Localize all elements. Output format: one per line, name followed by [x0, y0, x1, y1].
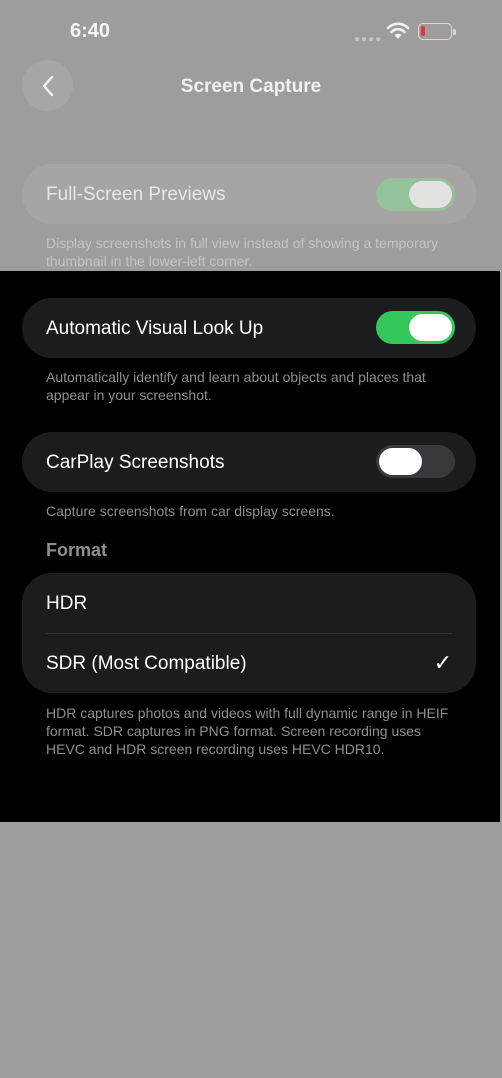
format-option-label: SDR (Most Compatible): [46, 653, 247, 674]
format-option-hdr[interactable]: HDR: [22, 573, 476, 633]
visual-look-up-toggle[interactable]: [376, 311, 455, 344]
page-title: Screen Capture: [180, 76, 322, 97]
format-options-group: HDR SDR (Most Compatible) ✓: [22, 573, 476, 693]
toggle-knob: [379, 448, 422, 475]
visual-look-up-footer: Automatically identify and learn about o…: [46, 369, 426, 403]
toggle-knob: [409, 181, 452, 208]
checkmark-icon: ✓: [433, 650, 452, 675]
carplay-screenshots-toggle[interactable]: [376, 445, 455, 478]
full-screen-previews-toggle[interactable]: [376, 178, 455, 211]
settings-panel: Automatic Visual Look Up Automatically i…: [0, 271, 500, 822]
status-time: 6:40: [70, 20, 111, 42]
carplay-screenshots-label: CarPlay Screenshots: [46, 452, 225, 473]
visual-look-up-label: Automatic Visual Look Up: [46, 318, 264, 339]
format-footer: HDR captures photos and videos with full…: [46, 705, 449, 757]
full-screen-previews-label: Full-Screen Previews: [46, 184, 226, 205]
format-section-header: Format: [46, 540, 108, 560]
battery-icon: [418, 23, 452, 40]
full-screen-previews-footer: Display screenshots in full view instead…: [46, 235, 439, 269]
carplay-screenshots-footer: Capture screenshots from car display scr…: [46, 503, 335, 519]
format-option-label: HDR: [46, 593, 88, 614]
cellular-signal-icon: ●●●●: [354, 34, 383, 45]
wifi-icon: [386, 22, 410, 39]
visual-look-up-row: Automatic Visual Look Up: [22, 298, 476, 358]
toggle-knob: [409, 314, 452, 341]
battery-cap: [453, 29, 456, 35]
format-option-sdr[interactable]: SDR (Most Compatible) ✓: [22, 634, 476, 693]
full-screen-previews-row: Full-Screen Previews: [22, 164, 476, 224]
carplay-screenshots-row: CarPlay Screenshots: [22, 432, 476, 492]
